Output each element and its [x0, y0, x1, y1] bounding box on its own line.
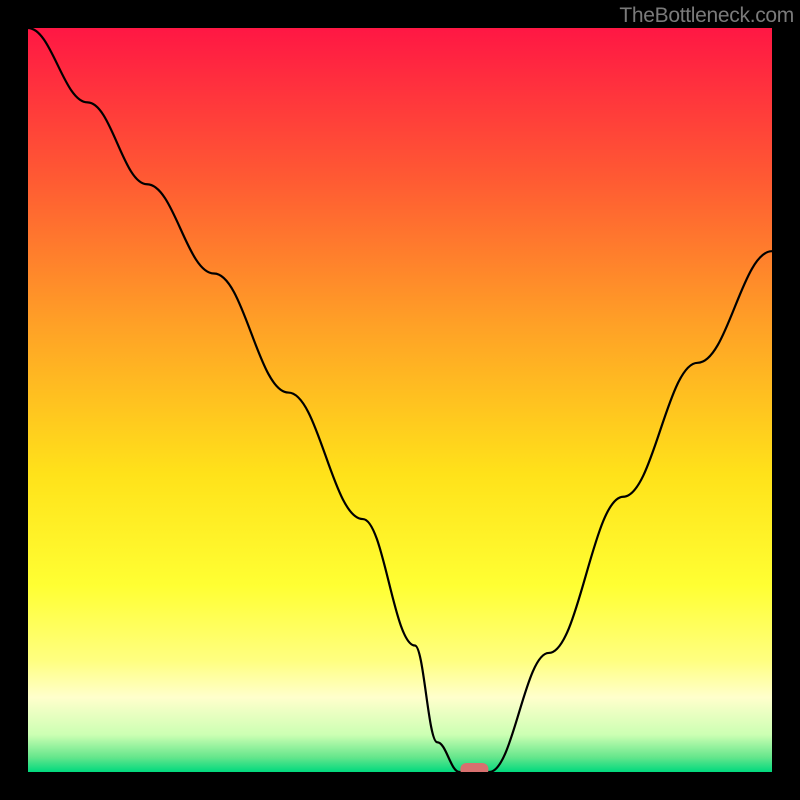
bottleneck-chart: TheBottleneck.com: [0, 0, 800, 800]
chart-svg: [0, 0, 800, 800]
plot-background: [28, 28, 772, 772]
watermark-text: TheBottleneck.com: [619, 4, 794, 28]
